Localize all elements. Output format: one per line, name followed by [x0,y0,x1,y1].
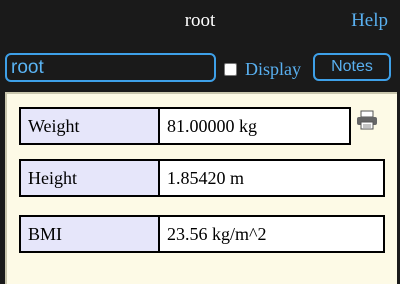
name-input[interactable] [5,53,216,82]
help-link[interactable]: Help [351,10,388,32]
weight-label: Weight [21,109,160,143]
bmi-row: BMI 23.56 kg/m^2 [19,215,385,253]
display-toggle[interactable]: Display [224,59,301,79]
bmi-value: 23.56 kg/m^2 [160,217,383,251]
printer-icon[interactable] [356,110,378,130]
results-panel: Weight 81.00000 kg Height 1.85420 m BMI … [5,92,397,284]
display-checkbox[interactable] [224,62,237,76]
bmi-label: BMI [21,217,160,251]
notes-button[interactable]: Notes [313,53,391,81]
weight-value: 81.00000 kg [160,109,349,143]
height-value: 1.85420 m [160,161,383,195]
page-title: root [184,10,216,31]
height-row: Height 1.85420 m [19,159,385,197]
weight-row: Weight 81.00000 kg [19,107,351,145]
height-label: Height [21,161,160,195]
title-bar: root Help [0,0,400,43]
display-label: Display [245,58,301,79]
toolbar: Display Notes [0,43,400,91]
